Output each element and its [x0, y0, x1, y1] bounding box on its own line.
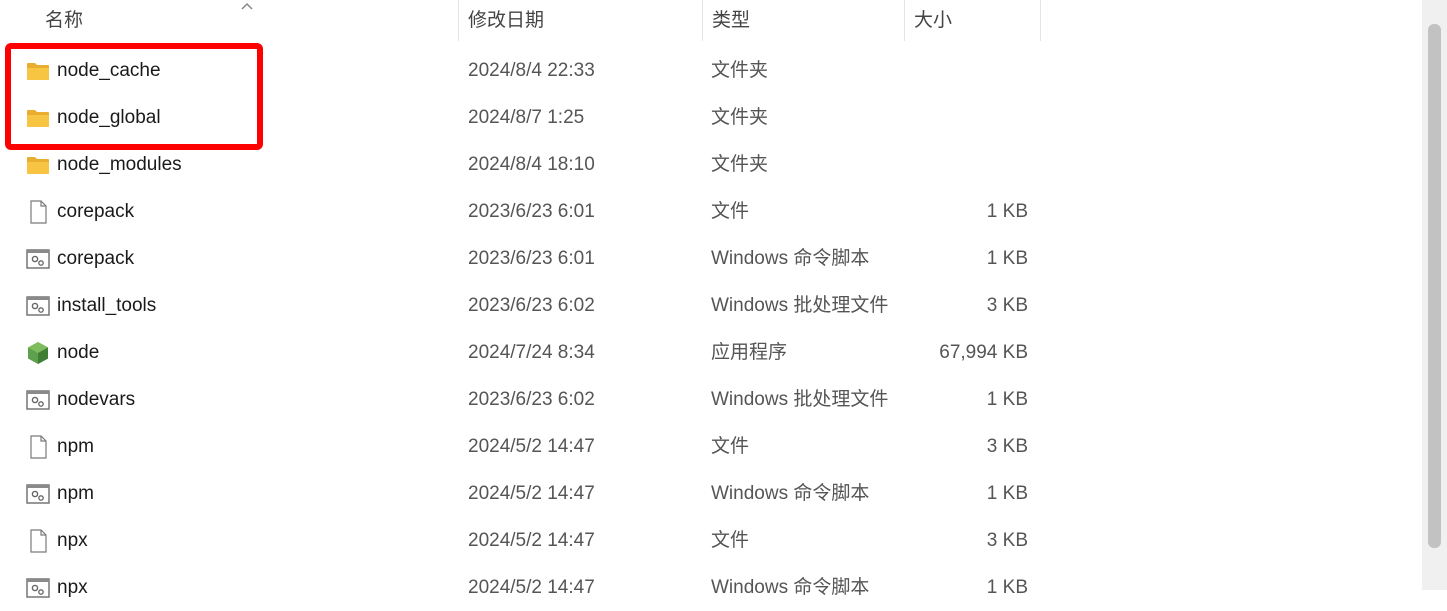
file-type: 文件	[711, 201, 750, 222]
file-date: 2024/5/2 14:47	[468, 436, 595, 457]
file-date: 2024/5/2 14:47	[468, 530, 595, 551]
script-icon	[26, 470, 50, 517]
file-type: 文件	[711, 436, 750, 457]
file-row[interactable]: corepack 2023/6/23 6:01 Windows 命令脚本 1 KB	[0, 235, 1422, 282]
file-size: 3 KB	[986, 436, 1028, 457]
file-name: npx	[57, 577, 88, 598]
file-row[interactable]: npx 2024/5/2 14:47 文件 3 KB	[0, 517, 1422, 564]
file-icon	[26, 517, 50, 564]
vertical-scrollbar[interactable]	[1422, 0, 1447, 590]
file-icon	[26, 423, 50, 470]
file-type: Windows 命令脚本	[711, 248, 870, 269]
file-size: 67,994 KB	[939, 342, 1028, 363]
file-type: Windows 命令脚本	[711, 577, 870, 598]
highlight-box	[5, 43, 263, 150]
column-date-label: 修改日期	[468, 10, 545, 31]
script-icon	[26, 282, 50, 329]
sort-up-icon	[241, 2, 253, 10]
file-name: install_tools	[57, 295, 157, 316]
file-row[interactable]: install_tools 2023/6/23 6:02 Windows 批处理文件…	[0, 282, 1422, 329]
file-row[interactable]: nodevars 2023/6/23 6:02 Windows 批处理文件 1 KB	[0, 376, 1422, 423]
file-icon	[26, 188, 50, 235]
file-date: 2023/6/23 6:02	[468, 389, 595, 410]
file-row[interactable]: node 2024/7/24 8:34 应用程序 67,994 KB	[0, 329, 1422, 376]
file-date: 2024/7/24 8:34	[468, 342, 595, 363]
file-size: 1 KB	[986, 389, 1028, 410]
file-type: 文件夹	[711, 107, 769, 128]
file-size: 1 KB	[986, 201, 1028, 222]
file-name: npm	[57, 436, 94, 457]
column-header: 名称 修改日期 类型 大小	[0, 0, 1422, 41]
file-type: 应用程序	[711, 342, 788, 363]
file-row[interactable]: npm 2024/5/2 14:47 文件 3 KB	[0, 423, 1422, 470]
file-name: corepack	[57, 248, 135, 269]
file-row[interactable]: npm 2024/5/2 14:47 Windows 命令脚本 1 KB	[0, 470, 1422, 517]
column-type-label: 类型	[712, 10, 751, 31]
file-date: 2023/6/23 6:01	[468, 248, 595, 269]
file-type: Windows 命令脚本	[711, 483, 870, 504]
script-icon	[26, 564, 50, 611]
file-date: 2023/6/23 6:02	[468, 295, 595, 316]
file-type: 文件	[711, 530, 750, 551]
file-date: 2024/5/2 14:47	[468, 483, 595, 504]
file-type: 文件夹	[711, 154, 769, 175]
file-row[interactable]: npx 2024/5/2 14:47 Windows 命令脚本 1 KB	[0, 564, 1422, 611]
file-date: 2023/6/23 6:01	[468, 201, 595, 222]
file-size: 3 KB	[986, 530, 1028, 551]
file-size: 1 KB	[986, 483, 1028, 504]
file-size: 3 KB	[986, 295, 1028, 316]
file-date: 2024/5/2 14:47	[468, 577, 595, 598]
column-header-date[interactable]: 修改日期	[459, 0, 702, 41]
scrollbar-thumb[interactable]	[1428, 24, 1441, 548]
file-name: npm	[57, 483, 94, 504]
column-header-type[interactable]: 类型	[703, 0, 904, 41]
column-name-label: 名称	[45, 10, 84, 31]
file-date: 2024/8/7 1:25	[468, 107, 585, 128]
script-icon	[26, 376, 50, 423]
file-row[interactable]: corepack 2023/6/23 6:01 文件 1 KB	[0, 188, 1422, 235]
column-divider[interactable]	[1040, 0, 1041, 41]
file-date: 2024/8/4 22:33	[468, 60, 595, 81]
column-size-label: 大小	[914, 10, 953, 31]
script-icon	[26, 235, 50, 282]
file-size: 1 KB	[986, 577, 1028, 598]
file-name: nodevars	[57, 389, 136, 410]
file-name: npx	[57, 530, 88, 551]
file-date: 2024/8/4 18:10	[468, 154, 595, 175]
file-name: node	[57, 342, 100, 363]
column-header-size[interactable]: 大小	[905, 0, 1040, 41]
nodejs-icon	[26, 329, 50, 376]
file-type: Windows 批处理文件	[711, 295, 889, 316]
file-type: Windows 批处理文件	[711, 389, 889, 410]
file-type: 文件夹	[711, 60, 769, 81]
file-size: 1 KB	[986, 248, 1028, 269]
file-name: corepack	[57, 201, 135, 222]
